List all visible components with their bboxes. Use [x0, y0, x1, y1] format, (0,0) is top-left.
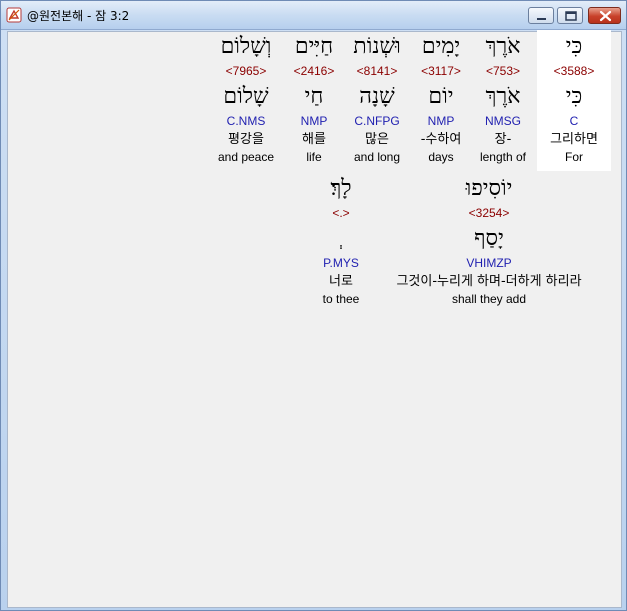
scroll-app-icon: [6, 7, 22, 23]
korean-gloss: 해를: [302, 132, 326, 147]
parsing-code: NMP: [300, 114, 328, 128]
title-bar[interactable]: @원전본해 - 잠 3:2: [1, 1, 626, 30]
close-button[interactable]: [588, 7, 621, 24]
hebrew-root: ְ: [310, 224, 372, 254]
strong-number[interactable]: <3588>: [537, 62, 611, 80]
strong-number[interactable]: <2416>: [286, 62, 342, 80]
korean-gloss: 많은: [365, 132, 389, 147]
strong-number[interactable]: <.>: [310, 204, 372, 222]
english-gloss: and peace: [217, 150, 275, 164]
maximize-button[interactable]: [557, 7, 583, 24]
parsing-code: C.NMS: [226, 114, 266, 128]
word-column[interactable]: לָךְ׃ <.> ְ P.MYS 너로 to thee: [310, 174, 372, 308]
word-column[interactable]: אֹרֶךְ <753> אֹרֶךְ NMSG 장- length of: [473, 32, 533, 166]
parsing-code: C.NFPG: [354, 114, 400, 128]
english-gloss: life: [306, 150, 322, 164]
parsing-code: NMP: [427, 114, 455, 128]
hebrew-root: שָׁלוֹם: [223, 84, 269, 109]
window-title: @원전본해 - 잠 3:2: [27, 9, 130, 23]
hebrew-word: וּשְׁנוֹת: [353, 34, 401, 59]
word-column[interactable]: וּשְׁנוֹת <8141> שָׁנָה C.NFPG 많은 and lo…: [346, 32, 408, 166]
hebrew-root: יָסַף: [474, 226, 504, 251]
maximize-icon: [565, 11, 577, 21]
hebrew-root: אֹרֶךְ: [485, 84, 521, 109]
parsing-code: P.MYS: [323, 256, 359, 270]
strong-number[interactable]: <3117>: [412, 62, 470, 80]
hebrew-word: חַיִּים: [294, 34, 334, 59]
english-gloss: shall they add: [451, 292, 527, 306]
korean-gloss: 너로: [329, 274, 353, 289]
hebrew-root: חַי: [304, 84, 324, 109]
korean-gloss: 평강을: [228, 132, 264, 147]
strong-number[interactable]: <753>: [473, 62, 533, 80]
strong-number[interactable]: <7965>: [210, 62, 282, 80]
word-column[interactable]: חַיִּים <2416> חַי NMP 해를 life: [286, 32, 342, 166]
english-gloss: days: [428, 150, 454, 164]
minimize-icon: [537, 18, 546, 20]
app-window: @원전본해 - 잠 3:2 כִּי <3588> כִּי C 그리하면 Fo…: [0, 0, 627, 611]
english-gloss: to thee: [322, 292, 360, 306]
hebrew-root: שָׁנָה: [359, 84, 395, 109]
hebrew-root: כִּי: [565, 84, 583, 109]
hebrew-word: יָמִים: [421, 34, 461, 59]
korean-gloss: 장-: [494, 132, 512, 147]
word-column[interactable]: יָמִים <3117> יוֹם NMP -수하여 days: [412, 32, 470, 166]
hebrew-word: לָךְ׃: [330, 176, 352, 201]
parsing-code: C: [569, 114, 579, 128]
english-gloss: length of: [479, 150, 527, 164]
strong-number[interactable]: <8141>: [346, 62, 408, 80]
parsing-code: NMSG: [485, 114, 521, 128]
hebrew-word: יוֹסִיפוּ: [465, 176, 513, 201]
strong-number[interactable]: <3254>: [374, 204, 604, 222]
word-column[interactable]: וְשָׁלוֹם <7965> שָׁלוֹם C.NMS 평강을 and p…: [210, 32, 282, 166]
hebrew-word: אֹרֶךְ: [485, 34, 521, 59]
korean-gloss: -수하여: [420, 132, 462, 147]
hebrew-word: כִּי: [565, 34, 583, 59]
minimize-button[interactable]: [528, 7, 554, 24]
hebrew-root: יוֹם: [428, 84, 454, 109]
interlinear-panel[interactable]: כִּי <3588> כִּי C 그리하면 For אֹרֶךְ <753>…: [7, 30, 622, 608]
hebrew-word: וְשָׁלוֹם: [220, 34, 272, 59]
word-column[interactable]: יוֹסִיפוּ <3254> יָסַף VHIMZP 그것이-누리게 하며…: [374, 174, 604, 308]
parsing-code: VHIMZP: [466, 256, 512, 270]
korean-gloss: 그것이-누리게 하며-더하게 하리라: [396, 274, 582, 289]
close-icon: [599, 10, 612, 22]
english-gloss: For: [565, 150, 583, 164]
word-column[interactable]: כִּי <3588> כִּי C 그리하면 For: [537, 32, 611, 166]
korean-gloss: 그리하면: [550, 132, 598, 147]
english-gloss: and long: [353, 150, 401, 164]
